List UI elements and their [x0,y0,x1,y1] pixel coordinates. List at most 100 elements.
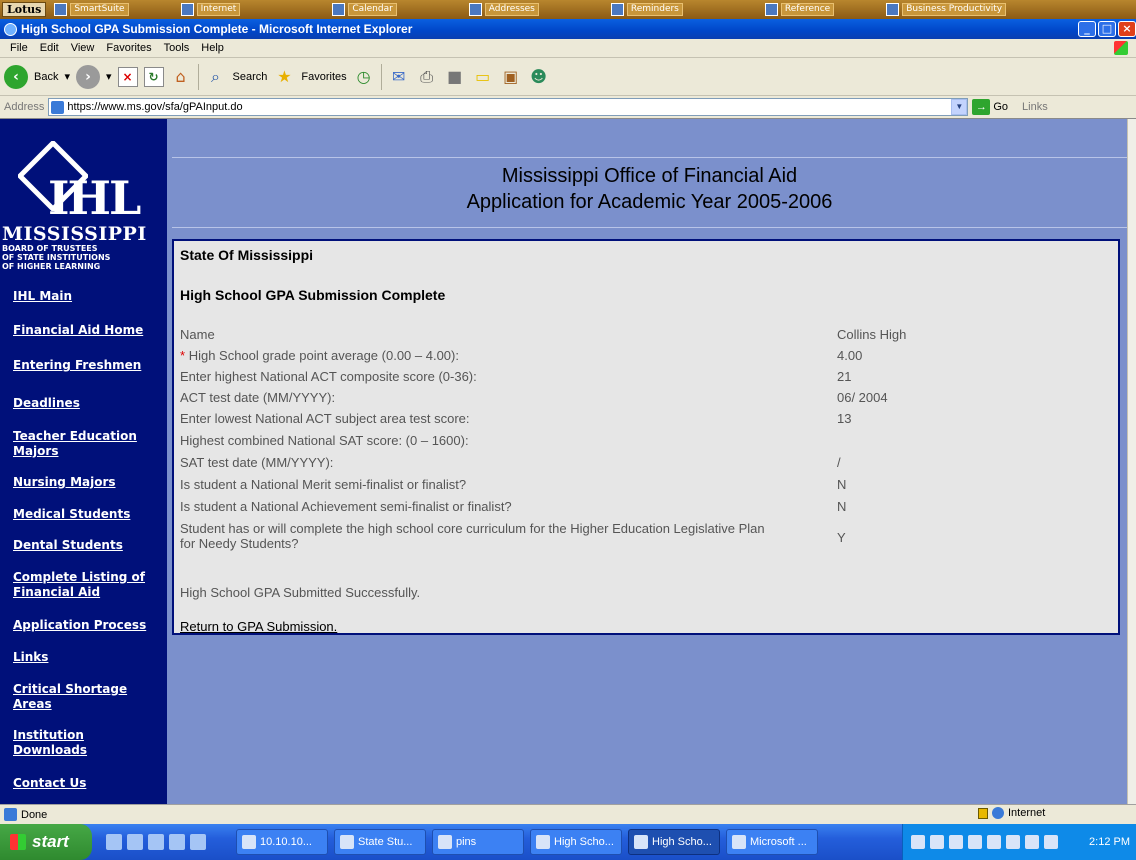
vertical-scrollbar[interactable] [1127,119,1136,804]
sidebar-item-institution-downloads[interactable]: Institution Downloads [13,728,123,758]
task-button[interactable]: pins [432,829,524,855]
tray-icon[interactable] [930,835,944,849]
sidebar-item-critical-shortage-areas[interactable]: Critical Shortage Areas [13,682,143,712]
tray-icon[interactable] [911,835,925,849]
address-url[interactable]: https://www.ms.gov/sfa/gPAInput.do [67,101,948,113]
forward-dropdown-icon[interactable]: ▾ [106,70,112,83]
suite-addresses[interactable]: Addresses [465,2,543,17]
history-icon[interactable]: ◷ [353,66,375,88]
reference-icon [764,3,778,16]
suite-internet[interactable]: Internet [177,2,245,17]
tray-icon[interactable] [1044,835,1058,849]
task-button[interactable]: State Stu... [334,829,426,855]
forward-arrow-icon[interactable]: › [76,64,100,89]
sidebar-item-links[interactable]: Links [13,650,48,665]
go-button[interactable]: → Go [972,99,1008,115]
menu-bar: File Edit View Favorites Tools Help [0,39,1136,58]
refresh-icon[interactable]: ↻ [143,66,164,87]
sidebar-item-ihl-main[interactable]: IHL Main [13,289,72,304]
task-button[interactable]: Microsoft ... [726,829,818,855]
discuss-icon[interactable]: ▭ [472,66,494,88]
field-value: N [837,499,847,514]
document-icon [536,835,550,849]
suite-smartsuite[interactable]: SmartSuite [50,2,132,17]
field-value: N [837,477,847,492]
links-button[interactable]: Links [1022,101,1048,113]
back-dropdown-icon[interactable]: ▾ [64,70,70,83]
address-bar: Address https://www.ms.gov/sfa/gPAInput.… [0,96,1136,118]
address-label: Address [4,101,45,113]
sidebar-item-contact-us[interactable]: Contact Us [13,776,86,791]
tray-icon[interactable] [1006,835,1020,849]
start-button[interactable]: start [0,824,92,860]
page-title: Mississippi Office of Financial Aid [501,165,798,187]
edit-icon[interactable]: ■ [444,66,466,88]
stop-icon[interactable]: × [117,66,138,87]
sidebar-item-entering-freshmen[interactable]: Entering Freshmen [13,358,141,373]
address-input[interactable]: https://www.ms.gov/sfa/gPAInput.do ▼ [48,98,969,116]
research-icon[interactable]: ▣ [500,66,522,88]
success-message: High School GPA Submitted Successfully. [180,585,421,600]
ie-icon [634,835,648,849]
page-icon [51,100,65,114]
tray-icon[interactable] [987,835,1001,849]
favorites-star-icon[interactable]: ★ [273,66,295,88]
sidebar-item-medical-students[interactable]: Medical Students [13,507,130,522]
lotus-menu-button[interactable]: Lotus [2,2,47,17]
home-icon[interactable]: ⌂ [170,66,192,88]
maximize-button[interactable]: □ [1098,21,1116,37]
search-icon[interactable]: ⌕ [205,66,227,88]
return-to-gpa-submission-link[interactable]: Return to GPA Submission. [180,619,337,634]
task-button[interactable]: 10.10.10... [236,829,328,855]
field-value: 21 [837,369,852,384]
suite-reference[interactable]: Reference [761,2,838,17]
print-icon[interactable]: ⎙ [416,66,438,88]
tray-icon[interactable] [1025,835,1039,849]
sidebar-item-nursing-majors[interactable]: Nursing Majors [13,475,116,490]
tray-icon[interactable] [949,835,963,849]
task-button-active[interactable]: High Scho... [628,829,720,855]
sidebar-item-deadlines[interactable]: Deadlines [13,396,80,411]
menu-edit[interactable]: Edit [34,42,65,54]
menu-help[interactable]: Help [195,42,230,54]
field-value: 06/ 2004 [837,390,888,405]
menu-tools[interactable]: Tools [158,42,196,54]
sidebar-item-dental-students[interactable]: Dental Students [13,538,123,553]
internet-icon [180,3,194,16]
ihl-logo[interactable]: IHL MISSISSIPPI BOARD OF TRUSTEES OF STA… [0,141,167,271]
sidebar-item-application-process[interactable]: Application Process [13,618,146,633]
suite-calendar[interactable]: Calendar [328,2,400,17]
menu-file[interactable]: File [4,42,34,54]
header-rule-top [172,157,1127,158]
logo-ihl-text: IHL [48,171,141,225]
messenger-icon[interactable]: ☻ [528,66,550,88]
menu-view[interactable]: View [65,42,101,54]
task-button[interactable]: High Scho... [530,829,622,855]
status-text: Done [21,808,48,821]
sidebar-item-financial-aid-home[interactable]: Financial Aid Home [13,323,143,338]
security-zone[interactable]: Internet [978,807,1045,819]
address-dropdown-icon[interactable]: ▼ [951,99,968,115]
favorites-button-label[interactable]: Favorites [301,71,346,83]
minimize-button[interactable]: _ [1078,21,1096,37]
suite-business-productivity[interactable]: Business Productivity [882,2,1010,17]
tray-icon[interactable] [968,835,982,849]
mail-icon[interactable]: ✉ [388,66,410,88]
back-arrow-icon[interactable]: ‹ [4,64,28,89]
quick-launch-folder-icon[interactable] [106,834,122,850]
suite-reminders[interactable]: Reminders [607,2,687,17]
go-arrow-icon: → [972,99,991,115]
clock[interactable]: 2:12 PM [1089,836,1130,848]
back-button-label[interactable]: Back [34,71,58,83]
quick-launch-people-icon[interactable] [127,834,143,850]
quick-launch-ie-icon[interactable] [148,834,164,850]
section-heading: High School GPA Submission Complete [180,287,446,303]
menu-favorites[interactable]: Favorites [100,42,157,54]
search-button-label[interactable]: Search [233,71,268,83]
close-button[interactable]: × [1118,21,1136,37]
sidebar-item-teacher-education-majors[interactable]: Teacher Education Majors [13,429,153,459]
quick-launch-tools-icon[interactable] [169,834,185,850]
quick-launch-app-icon[interactable] [190,834,206,850]
sidebar-item-complete-listing[interactable]: Complete Listing of Financial Aid [13,570,158,600]
reminders-icon [610,3,624,16]
